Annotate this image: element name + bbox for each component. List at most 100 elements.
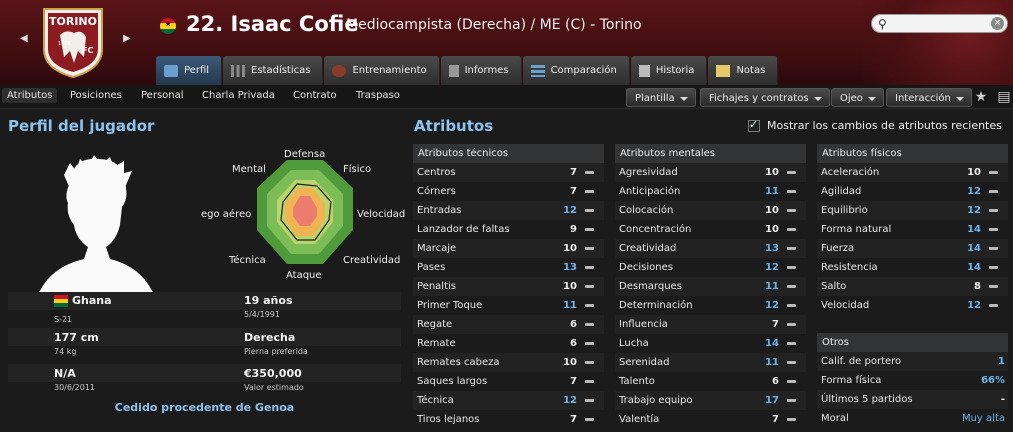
attribute-value: 11	[765, 357, 779, 368]
attribute-row[interactable]: Últimos 5 partidos -	[817, 390, 1008, 409]
prev-player-arrow-icon[interactable]: ◀	[20, 33, 28, 44]
attribute-value: 7	[570, 414, 577, 425]
attribute-row[interactable]: Concentración 10	[615, 220, 806, 239]
loan-status-link[interactable]: Cedido procedente de Genoa	[8, 401, 401, 414]
attribute-trend-icon	[989, 266, 998, 269]
attribute-row[interactable]: Regate 6	[413, 315, 604, 334]
attribute-row[interactable]: Influencia 7	[615, 315, 806, 334]
attribute-row[interactable]: Tiros lejanos 7	[413, 410, 604, 429]
clear-search-icon[interactable]: ×	[991, 17, 1004, 30]
tab-notas[interactable]: Notas	[708, 56, 779, 85]
tab-informes[interactable]: Informes	[440, 56, 522, 85]
attribute-value: 11	[765, 281, 779, 292]
physical-attributes: Atributos físicos Aceleración 10 Agilidad 1…	[817, 144, 1008, 315]
player-position-club: Mediocampista (Derecha) / ME (C) - Torin…	[346, 17, 642, 33]
technical-attributes: Atributos técnicos Centros 7 Córners 7 Entra…	[413, 144, 604, 429]
tab-entrenamiento[interactable]: Entrenamiento	[324, 56, 440, 85]
next-player-arrow-icon[interactable]: ▶	[123, 33, 131, 44]
attribute-row[interactable]: Entradas 12	[413, 201, 604, 220]
attribute-trend-icon	[787, 342, 796, 345]
column-heading: Otros	[817, 333, 1008, 352]
attribute-row[interactable]: Lucha 14	[615, 334, 806, 353]
attribute-name: Técnica	[417, 395, 454, 406]
attribute-value: 8	[974, 281, 981, 292]
tab-historia[interactable]: Historia	[630, 56, 708, 85]
attribute-row[interactable]: Determinación 12	[615, 296, 806, 315]
attribute-name: Regate	[417, 319, 453, 330]
attribute-row[interactable]: Penaltis 10	[413, 277, 604, 296]
attribute-row[interactable]: Agilidad 12	[817, 182, 1008, 201]
attribute-trend-icon	[787, 304, 796, 307]
attribute-row[interactable]: Centros 7	[413, 163, 604, 182]
attribute-trend-icon	[585, 399, 594, 402]
tab-comparacion[interactable]: Comparación	[522, 56, 630, 85]
attribute-value: 10	[563, 357, 577, 368]
attribute-row[interactable]: Colocación 10	[615, 201, 806, 220]
attribute-value: 10	[765, 224, 779, 235]
star-icon[interactable]: ★	[972, 88, 990, 106]
attribute-row[interactable]: Serenidad 11	[615, 353, 806, 372]
subnav-contrato[interactable]: Contrato	[293, 90, 337, 101]
attribute-name: Córners	[417, 186, 456, 197]
menu-icon[interactable]: ▤	[995, 88, 1013, 106]
subnav-posiciones[interactable]: Posiciones	[70, 90, 122, 101]
attribute-trend-icon	[585, 418, 594, 421]
attribute-name: Lanzador de faltas	[417, 224, 510, 235]
tab-perfil[interactable]: Perfil	[156, 56, 223, 85]
attribute-value: 10	[765, 205, 779, 216]
attribute-row[interactable]: Lanzador de faltas 9	[413, 220, 604, 239]
attribute-trend-icon	[989, 228, 998, 231]
attribute-row[interactable]: Moral Muy alta	[817, 409, 1008, 428]
attribute-row[interactable]: Córners 7	[413, 182, 604, 201]
tab-estadisticas[interactable]: Estadísticas	[223, 56, 324, 85]
radar-label-mental: Mental	[232, 164, 266, 175]
attribute-row[interactable]: Valentía 7	[615, 410, 806, 429]
attribute-row[interactable]: Remates cabeza 10	[413, 353, 604, 372]
attribute-row[interactable]: Forma física 66%	[817, 371, 1008, 390]
attribute-trend-icon	[585, 361, 594, 364]
subnav-charla-privada[interactable]: Charla Privada	[202, 90, 275, 101]
subnav-atributos[interactable]: Atributos	[2, 88, 58, 103]
person-icon	[164, 64, 178, 77]
ojeo-dropdown[interactable]: Ojeo	[831, 88, 884, 107]
attribute-row[interactable]: Fuerza 14	[817, 239, 1008, 258]
attribute-row[interactable]: Desmarques 11	[615, 277, 806, 296]
attribute-row[interactable]: Decisiones 12	[615, 258, 806, 277]
attribute-name: Talento	[619, 376, 655, 387]
attribute-row[interactable]: Velocidad 12	[817, 296, 1008, 315]
attribute-row[interactable]: Creatividad 13	[615, 239, 806, 258]
fichajes-dropdown[interactable]: Fichajes y contratos	[700, 88, 830, 107]
attribute-value: 13	[765, 243, 779, 254]
attribute-value: 6	[570, 319, 577, 330]
attribute-row[interactable]: Equilibrio 12	[817, 201, 1008, 220]
search-input[interactable]: ⚲ ×	[871, 14, 1008, 33]
attribute-trend-icon	[989, 209, 998, 212]
attribute-row[interactable]: Calif. de portero 1	[817, 352, 1008, 371]
attribute-row[interactable]: Trabajo equipo 17	[615, 391, 806, 410]
attribute-row[interactable]: Forma natural 14	[817, 220, 1008, 239]
attribute-row[interactable]: Salto 8	[817, 277, 1008, 296]
attribute-row[interactable]: Anticipación 11	[615, 182, 806, 201]
radar-label-velocidad: Velocidad	[357, 209, 406, 220]
attribute-row[interactable]: Marcaje 10	[413, 239, 604, 258]
attribute-row[interactable]: Talento 6	[615, 372, 806, 391]
column-heading: Atributos técnicos	[413, 144, 604, 163]
attribute-row[interactable]: Primer Toque 11	[413, 296, 604, 315]
attribute-row[interactable]: Pases 13	[413, 258, 604, 277]
attribute-row[interactable]: Técnica 12	[413, 391, 604, 410]
subnav-traspaso[interactable]: Traspaso	[356, 90, 400, 101]
interaccion-dropdown[interactable]: Interacción	[886, 88, 972, 107]
profile-tabs: Perfil Estadísticas Entrenamiento Inform…	[156, 56, 779, 85]
attribute-row[interactable]: Remate 6	[413, 334, 604, 353]
plantilla-dropdown[interactable]: Plantilla	[626, 88, 696, 107]
show-recent-changes-checkbox[interactable]	[748, 118, 760, 132]
attribute-row[interactable]: Aceleración 10	[817, 163, 1008, 182]
subnav-personal[interactable]: Personal	[141, 90, 184, 101]
tab-label: Comparación	[550, 65, 617, 76]
attribute-row[interactable]: Agresividad 10	[615, 163, 806, 182]
ghana-flag-icon: ★	[160, 18, 176, 34]
attribute-value: 12	[967, 186, 981, 197]
attribute-name: Entradas	[417, 205, 462, 216]
attribute-row[interactable]: Resistencia 14	[817, 258, 1008, 277]
attribute-row[interactable]: Saques largos 7	[413, 372, 604, 391]
